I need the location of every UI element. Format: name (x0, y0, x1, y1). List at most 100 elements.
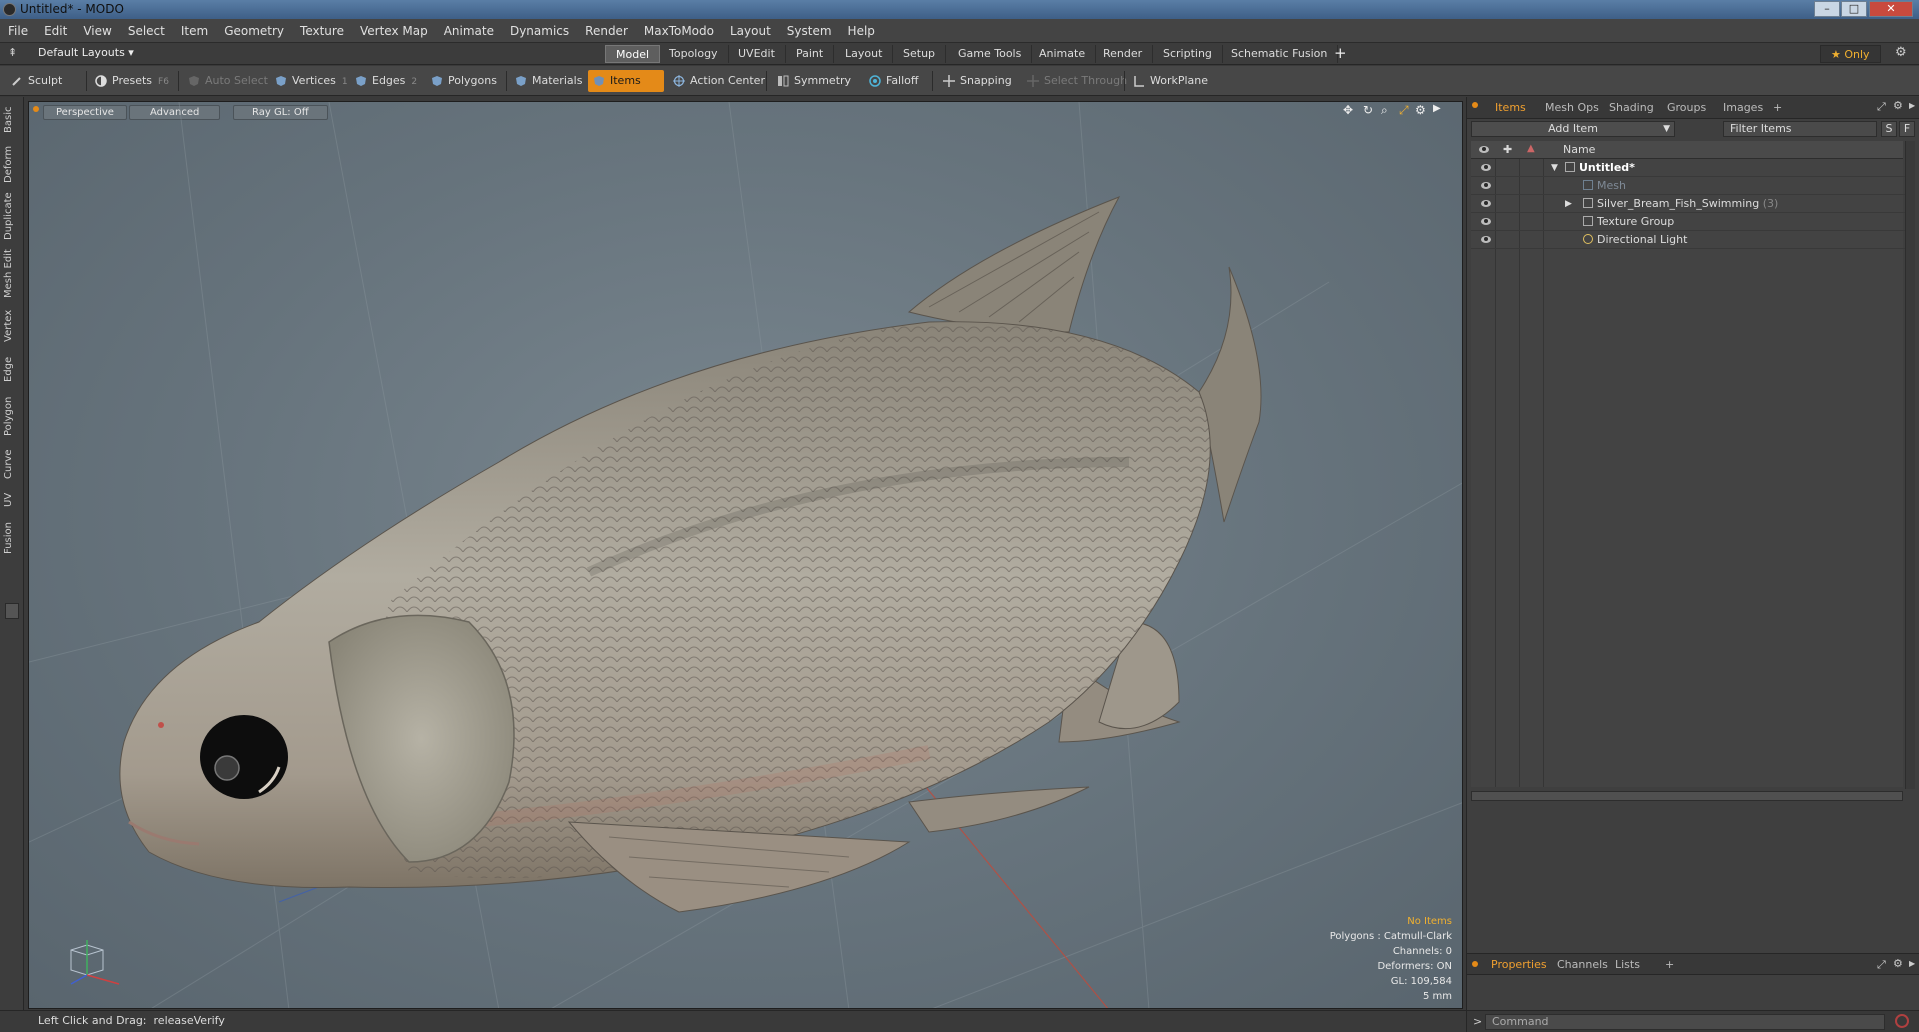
visibility-column-icon[interactable] (1479, 146, 1489, 153)
command-input[interactable]: Command (1485, 1014, 1885, 1030)
expand-arrow-icon[interactable]: ▼ (1551, 159, 1558, 177)
polygons-button[interactable]: Polygons (426, 70, 503, 92)
panel-arrow-icon[interactable]: ▶ (1909, 101, 1915, 110)
menu-geometry[interactable]: Geometry (216, 19, 292, 43)
sidebar-tab-mesh-edit[interactable]: Mesh Edit (3, 249, 20, 299)
tree-row-texture-group[interactable]: Texture Group (1471, 213, 1907, 231)
menu-layout[interactable]: Layout (722, 19, 779, 43)
tab-setup[interactable]: Setup (893, 45, 947, 63)
tab-paint[interactable]: Paint (786, 45, 835, 63)
sidebar-tab-vertex[interactable]: Vertex (3, 307, 20, 345)
tab-groups[interactable]: Groups (1661, 100, 1712, 116)
layout-preset-dropdown[interactable]: Default Layouts ▾ (38, 46, 134, 59)
tree-row-directional-light[interactable]: Directional Light (1471, 231, 1907, 249)
sidebar-tab-polygon[interactable]: Polygon (3, 393, 20, 439)
add-panel-tab-button[interactable]: + (1767, 100, 1788, 116)
sidebar-tab-curve[interactable]: Curve (3, 447, 20, 481)
tab-lists[interactable]: Lists (1609, 957, 1646, 973)
filter-f-button[interactable]: F (1899, 121, 1915, 137)
tree-row-untitled[interactable]: ▼ Untitled* (1471, 159, 1907, 177)
sculpt-button[interactable]: Sculpt (6, 70, 68, 92)
maximize-button[interactable]: □ (1841, 1, 1867, 17)
tree-row-silver-bream[interactable]: ▶ Silver_Bream_Fish_Swimming (3) (1471, 195, 1907, 213)
visibility-eye-icon[interactable] (1481, 218, 1491, 225)
tab-images[interactable]: Images (1717, 100, 1769, 116)
presets-button[interactable]: Presets F6 (90, 70, 175, 92)
tab-model[interactable]: Model (605, 45, 661, 63)
sidebar-tab-edge[interactable]: Edge (3, 353, 20, 385)
menu-texture[interactable]: Texture (292, 19, 352, 43)
menu-render[interactable]: Render (577, 19, 636, 43)
panel-menu-dot-icon[interactable] (1472, 102, 1478, 108)
add-item-dropdown[interactable]: Add Item ▼ (1471, 121, 1675, 137)
visibility-eye-icon[interactable] (1481, 182, 1491, 189)
menu-file[interactable]: File (0, 19, 36, 43)
tab-uvedit[interactable]: UVEdit (728, 45, 786, 63)
properties-settings-icon[interactable]: ⚙ (1893, 957, 1903, 970)
properties-expand-icon[interactable]: ⤢ (1877, 958, 1886, 972)
menu-select[interactable]: Select (120, 19, 173, 43)
vertices-button[interactable]: Vertices 1 (270, 70, 354, 92)
tab-animate[interactable]: Animate (1029, 45, 1097, 63)
sidebar-tab-basic[interactable]: Basic (3, 103, 20, 137)
visibility-eye-icon[interactable] (1481, 236, 1491, 243)
sidebar-tab-duplicate[interactable]: Duplicate (3, 191, 20, 241)
tree-row-mesh[interactable]: Mesh (1471, 177, 1907, 195)
tab-layout[interactable]: Layout (835, 45, 894, 63)
tab-properties[interactable]: Properties (1485, 957, 1553, 973)
tab-schematic-fusion[interactable]: Schematic Fusion (1221, 45, 1339, 63)
add-properties-tab-button[interactable]: + (1659, 957, 1680, 973)
name-column-header[interactable]: Name (1563, 143, 1595, 156)
item-list-scrollbar[interactable] (1905, 141, 1915, 789)
close-button[interactable]: ✕ (1869, 1, 1913, 17)
auto-select-button[interactable]: Auto Select (183, 70, 274, 92)
snapping-button[interactable]: Snapping (938, 70, 1018, 92)
minimize-button[interactable]: – (1814, 1, 1840, 17)
menu-edit[interactable]: Edit (36, 19, 75, 43)
menu-help[interactable]: Help (840, 19, 883, 43)
materials-button[interactable]: Materials (510, 70, 588, 92)
menu-dynamics[interactable]: Dynamics (502, 19, 577, 43)
tab-topology[interactable]: Topology (659, 45, 729, 63)
properties-menu-dot-icon[interactable] (1472, 961, 1478, 967)
menu-animate[interactable]: Animate (436, 19, 502, 43)
select-through-button[interactable]: Select Through (1022, 70, 1133, 92)
tab-mesh-ops[interactable]: Mesh Ops (1539, 100, 1605, 116)
properties-arrow-icon[interactable]: ▶ (1909, 959, 1915, 968)
tab-game-tools[interactable]: Game Tools (948, 45, 1033, 63)
sidebar-tab-uv[interactable]: UV (3, 489, 20, 511)
tab-render[interactable]: Render (1093, 45, 1154, 63)
add-layout-tab-button[interactable]: + (1334, 44, 1347, 62)
tab-items[interactable]: Items (1489, 100, 1532, 116)
menu-vertex-map[interactable]: Vertex Map (352, 19, 436, 43)
visibility-eye-icon[interactable] (1481, 164, 1491, 171)
tab-scripting[interactable]: Scripting (1153, 45, 1223, 63)
panel-settings-icon[interactable]: ⚙ (1893, 99, 1903, 112)
3d-viewport[interactable]: Perspective Advanced Ray GL: Off ✥ ↻ ⌕ ⤢… (28, 101, 1463, 1009)
menu-maxtomodo[interactable]: MaxToModo (636, 19, 722, 43)
action-center-button[interactable]: Action Center (668, 70, 771, 92)
item-list-hscrollbar[interactable] (1471, 791, 1903, 801)
symmetry-button[interactable]: Symmetry (772, 70, 857, 92)
command-stop-icon[interactable] (1895, 1014, 1909, 1028)
render-column-icon[interactable]: ▲ (1527, 143, 1535, 154)
sidebar-tab-deform[interactable]: Deform (3, 145, 20, 183)
filter-s-button[interactable]: S (1881, 121, 1897, 137)
expand-arrow-icon[interactable]: ▶ (1565, 195, 1572, 213)
filter-items-input[interactable]: Filter Items (1723, 121, 1877, 137)
lock-column-icon[interactable]: ✚ (1503, 143, 1512, 156)
tab-channels[interactable]: Channels (1551, 957, 1614, 973)
only-toggle[interactable]: ★ Only (1820, 45, 1881, 63)
menu-view[interactable]: View (75, 19, 119, 43)
panel-expand-icon[interactable]: ⤢ (1877, 100, 1886, 114)
edges-button[interactable]: Edges 2 (350, 70, 423, 92)
tab-shading[interactable]: Shading (1603, 100, 1660, 116)
sidebar-tab-fusion[interactable]: Fusion (3, 519, 20, 557)
menu-item[interactable]: Item (173, 19, 216, 43)
layout-lock-icon[interactable]: ⇞ (8, 46, 17, 59)
workplane-button[interactable]: WorkPlane (1128, 70, 1214, 92)
menu-system[interactable]: System (779, 19, 840, 43)
falloff-button[interactable]: Falloff (864, 70, 924, 92)
items-button[interactable]: Items (588, 70, 664, 92)
sidebar-collapse-button[interactable] (5, 603, 19, 619)
